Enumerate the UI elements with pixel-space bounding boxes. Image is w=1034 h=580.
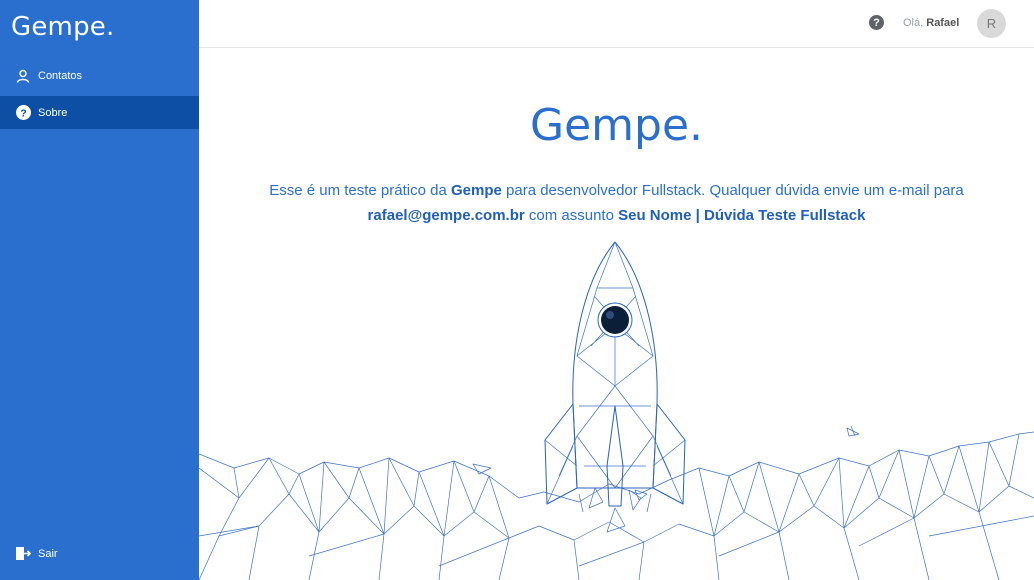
avatar[interactable]: R <box>977 9 1006 38</box>
sidebar-logo[interactable]: Gempe. <box>11 12 114 42</box>
desc-text: Esse é um teste prático da <box>269 182 451 199</box>
question-circle-icon: ? <box>873 16 880 29</box>
page-description: Esse é um teste prático da Gempe para de… <box>199 178 1034 228</box>
question-circle-icon: ? <box>15 105 31 121</box>
rocket-illustration <box>199 241 1034 580</box>
sidebar-item-contatos[interactable]: Contatos <box>0 59 199 92</box>
user-icon <box>15 68 31 84</box>
sidebar: Gempe. Contatos ? Sobre Sair <box>0 0 199 580</box>
company-name: Gempe <box>450 182 502 199</box>
desc-text: para desenvolvedor Fullstack. Qualquer d… <box>501 182 964 199</box>
user-name: Rafael <box>926 17 960 29</box>
page-title: Gempe. <box>529 100 703 151</box>
sidebar-item-label: Sobre <box>38 106 68 119</box>
top-header: ? Olá, Rafael R <box>199 0 1034 48</box>
rocket-window-glass <box>601 306 629 334</box>
logout-button[interactable]: Sair <box>0 537 199 570</box>
svg-text:?: ? <box>20 108 26 119</box>
contact-email: rafael@gempe.com.br <box>367 207 525 224</box>
greeting-text: Olá, <box>903 17 924 29</box>
sidebar-item-sobre[interactable]: ? Sobre <box>0 96 199 129</box>
sidebar-item-label: Contatos <box>38 69 83 82</box>
desc-text: com assunto <box>524 207 619 224</box>
user-greeting: Olá, Rafael <box>903 17 959 29</box>
help-button[interactable]: ? <box>869 15 884 30</box>
email-subject: Seu Nome | Dúvida Teste Fullstack <box>618 207 866 224</box>
logout-icon <box>15 546 31 562</box>
logout-label: Sair <box>38 547 58 560</box>
